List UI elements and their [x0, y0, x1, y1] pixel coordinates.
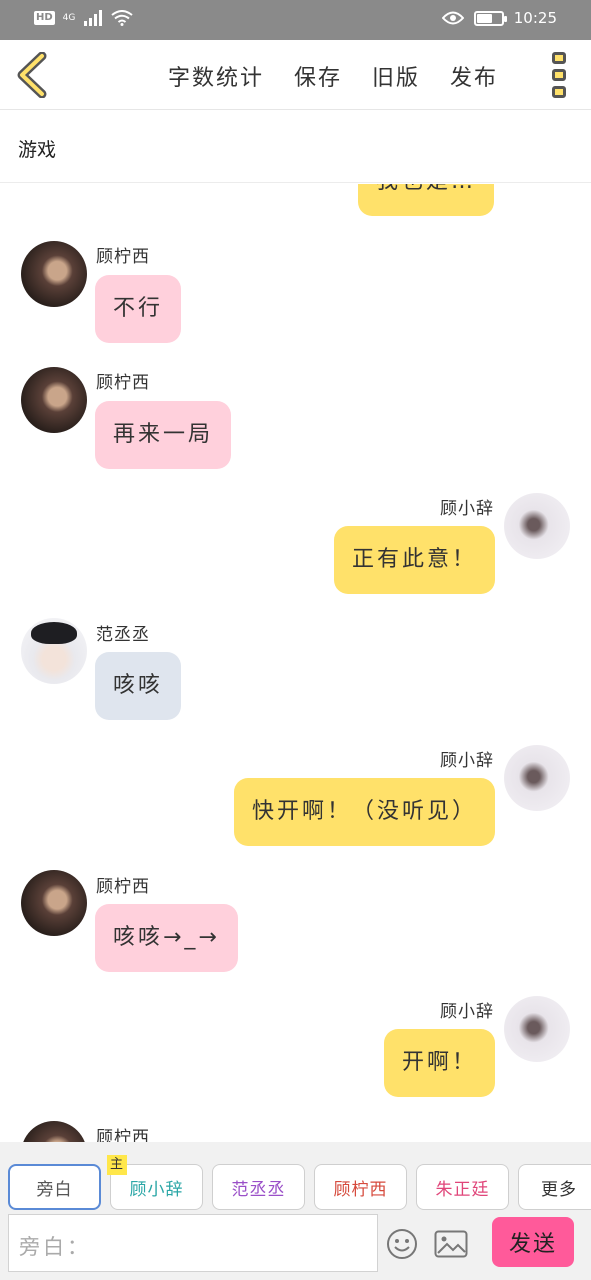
role-label: 朱正廷 [435, 1179, 490, 1200]
signal-icon [84, 10, 103, 26]
chevron-left-icon[interactable] [14, 52, 54, 98]
role-selector: 旁白 主 顾小辞 范丞丞 顾柠西 朱正廷 更多 [8, 1155, 591, 1210]
avatar[interactable] [21, 870, 87, 936]
role-label: 更多 [541, 1179, 577, 1200]
message-bubble[interactable]: 正有此意！ [333, 526, 495, 594]
speaker-name: 顾小辞 [440, 499, 494, 519]
more-roles-button[interactable]: 更多 [518, 1164, 591, 1210]
role-label: 范丞丞 [231, 1179, 286, 1200]
avatar[interactable] [21, 618, 87, 684]
network-type: 4G [62, 13, 76, 23]
avatar[interactable] [21, 1121, 87, 1142]
role-fan-chengcheng[interactable]: 范丞丞 [212, 1164, 305, 1210]
message-bubble[interactable]: 咳咳 [95, 652, 182, 720]
message-bubble[interactable]: 我也是… [358, 184, 495, 216]
composer-panel: 旁白 主 顾小辞 范丞丞 顾柠西 朱正廷 更多 旁白： 发送 [0, 1142, 591, 1280]
image-icon[interactable] [434, 1230, 468, 1258]
battery-icon [473, 10, 507, 26]
speaker-name: 顾柠西 [96, 247, 150, 267]
role-narration[interactable]: 旁白 [8, 1164, 101, 1210]
role-zhu-zhengting[interactable]: 朱正廷 [416, 1164, 509, 1210]
speaker-name: 顾柠西 [96, 1128, 150, 1142]
speaker-name: 范丞丞 [96, 625, 150, 645]
avatar[interactable] [21, 241, 87, 307]
avatar[interactable] [504, 493, 570, 559]
send-button[interactable]: 发送 [492, 1217, 574, 1267]
message-bubble[interactable]: 快开啊！（没听见） [233, 778, 495, 846]
message-bubble[interactable]: 不行 [95, 275, 182, 343]
message-bubble[interactable]: 开啊！ [383, 1029, 495, 1097]
avatar[interactable] [21, 367, 87, 433]
speaker-name: 顾小辞 [440, 751, 494, 771]
word-count-button[interactable]: 字数统计 [168, 60, 264, 92]
speaker-name: 顾柠西 [96, 877, 150, 897]
role-gu-ningxi[interactable]: 顾柠西 [314, 1164, 407, 1210]
role-label: 顾小辞 [129, 1179, 184, 1200]
status-bar: HD 4G 10:25 [0, 0, 591, 40]
old-version-button[interactable]: 旧版 [372, 60, 420, 92]
speaker-name: 顾柠西 [96, 373, 150, 393]
publish-button[interactable]: 发布 [450, 60, 498, 92]
chat-list[interactable]: 我也是… 顾柠西 不行 顾柠西 再来一局 顾小辞 正有此意！ 范丞丞 咳咳 顾小… [0, 184, 591, 1142]
smiley-icon[interactable] [386, 1228, 418, 1260]
avatar[interactable] [504, 745, 570, 811]
role-gu-xiaoci[interactable]: 主 顾小辞 [107, 1155, 203, 1210]
editor-toolbar: 字数统计 保存 旧版 发布 [0, 40, 591, 110]
hd-badge: HD [34, 11, 55, 25]
clock: 10:25 [513, 9, 557, 27]
message-bubble[interactable]: 再来一局 [95, 401, 232, 469]
role-label: 顾柠西 [333, 1179, 388, 1200]
more-vertical-icon[interactable] [552, 52, 568, 98]
main-role-badge: 主 [107, 1155, 128, 1175]
chapter-title-bar[interactable]: 游戏 [0, 111, 591, 183]
input-placeholder: 旁白： [19, 1235, 91, 1259]
role-label: 旁白 [36, 1179, 73, 1200]
eye-icon [441, 11, 464, 25]
message-bubble[interactable]: 咳咳→_→ [95, 904, 238, 972]
speaker-name: 顾小辞 [440, 1002, 494, 1022]
message-input[interactable]: 旁白： [8, 1214, 378, 1272]
chapter-title: 游戏 [18, 139, 57, 161]
save-button[interactable]: 保存 [294, 60, 342, 92]
avatar[interactable] [504, 996, 570, 1062]
wifi-icon [111, 10, 133, 26]
